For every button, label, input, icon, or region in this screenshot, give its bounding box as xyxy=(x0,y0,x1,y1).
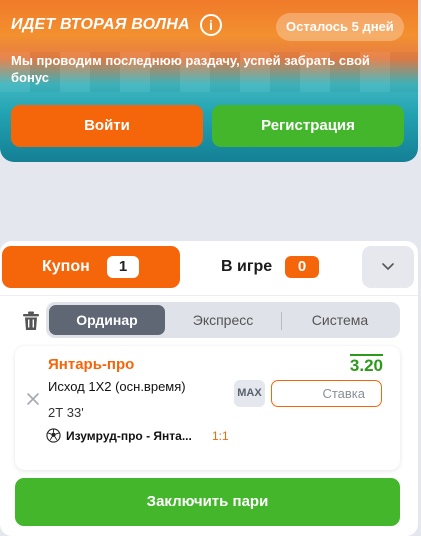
bet-type-single[interactable]: Ординар xyxy=(49,305,165,335)
login-button[interactable]: Войти xyxy=(11,105,203,147)
expand-button[interactable] xyxy=(362,246,414,288)
odds-value: 3.20 xyxy=(349,354,383,375)
chevron-down-icon xyxy=(382,263,394,271)
max-stake-button[interactable]: MAX xyxy=(234,380,265,407)
coupon-panel: Купон 1 В игре 0 Ординар Экспресс Систем… xyxy=(0,241,418,536)
match-score: 1:1 xyxy=(212,429,229,443)
bet-selection: Янтарь-про xyxy=(48,356,135,373)
coupon-body: Ординар Экспресс Система Янтарь-про Исхо… xyxy=(0,295,418,536)
tab-in-game-label: В игре xyxy=(221,258,273,275)
tab-in-game-count: 0 xyxy=(285,256,319,278)
match-period: 2Т 33' xyxy=(48,405,84,420)
banner-subtitle: Мы проводим последнюю раздачу, успей заб… xyxy=(11,53,370,85)
tab-coupon-label: Купон xyxy=(42,258,90,275)
match-name[interactable]: Изумруд-про - Янта... xyxy=(66,429,206,443)
bet-type-express[interactable]: Экспресс xyxy=(165,305,281,335)
tab-in-game[interactable]: В игре 0 xyxy=(186,246,354,288)
tab-coupon-count: 1 xyxy=(107,256,139,278)
close-icon[interactable] xyxy=(26,392,40,406)
trash-icon[interactable] xyxy=(22,311,40,331)
bet-type-system[interactable]: Система xyxy=(282,305,398,335)
days-left-badge: Осталось 5 дней xyxy=(276,13,404,41)
stake-input[interactable] xyxy=(271,380,382,407)
promo-banner: Идет вторая волна i Осталось 5 дней Мы п… xyxy=(0,0,418,162)
register-button[interactable]: Регистрация xyxy=(212,105,404,147)
bet-card: Янтарь-про Исход 1Х2 (осн.время) 2Т 33' … xyxy=(15,346,400,470)
soccer-ball-icon xyxy=(46,428,61,443)
bet-type-switcher: Ординар Экспресс Система xyxy=(46,302,400,338)
bet-market: Исход 1Х2 (осн.время) xyxy=(48,379,186,394)
banner-title: Идет вторая волна xyxy=(11,16,190,33)
tab-coupon[interactable]: Купон 1 xyxy=(2,246,180,288)
coupon-tabs: Купон 1 В игре 0 xyxy=(0,241,418,295)
place-bet-button[interactable]: Заключить пари xyxy=(15,478,400,526)
info-icon[interactable]: i xyxy=(200,14,222,36)
